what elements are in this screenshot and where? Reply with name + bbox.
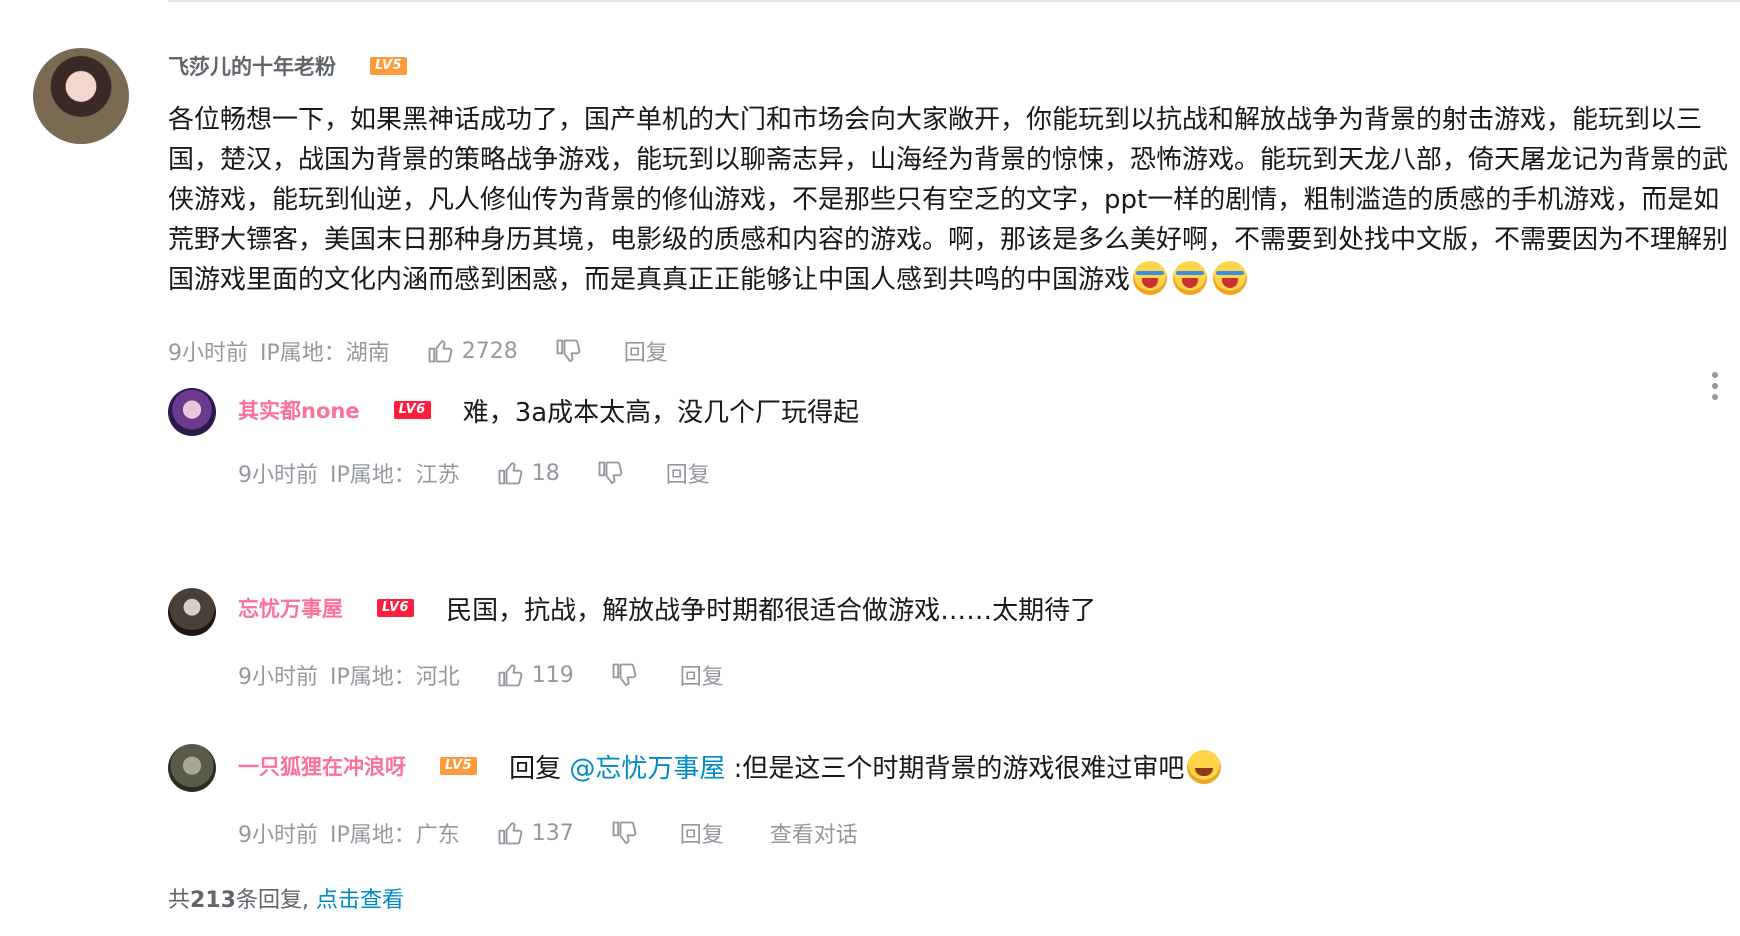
username[interactable]: 一只狐狸在冲浪呀	[238, 751, 406, 781]
footer-prefix: 共	[168, 888, 191, 913]
reply-line: 一只狐狸在冲浪呀 LV5 回复 @忘忧万事屋 :但是这三个时期背景的游戏很难过审…	[238, 748, 1224, 784]
reply-text: 民国，抗战，解放战争时期都很适合做游戏……太期待了	[446, 595, 1097, 626]
like-button[interactable]: 119	[496, 661, 574, 689]
reply-meta: 9小时前 IP属地：河北 119 回复	[238, 659, 724, 691]
more-options-icon[interactable]	[1712, 372, 1720, 404]
comment-header: 飞莎儿的十年老粉 LV5	[168, 50, 408, 82]
timestamp: 9小时前	[168, 341, 248, 366]
thumbs-down-icon	[612, 821, 637, 844]
reply-text: 回复 @忘忧万事屋 :但是这三个时期背景的游戏很难过审吧	[509, 748, 1224, 785]
ip-location: IP属地：江苏	[330, 463, 460, 488]
timestamp: 9小时前	[238, 463, 318, 488]
mention-link[interactable]: @忘忧万事屋	[569, 754, 725, 784]
reply-line: 忘忧万事屋 LV6 民国，抗战，解放战争时期都很适合做游戏……太期待了	[238, 590, 1096, 626]
thumbs-down-icon	[612, 663, 637, 686]
reply-button[interactable]: 回复	[680, 659, 724, 691]
top-divider	[168, 0, 1740, 2]
avatar[interactable]	[168, 744, 216, 792]
level-badge: LV5	[370, 57, 408, 75]
avatar[interactable]	[168, 588, 216, 636]
username[interactable]: 其实都none	[238, 395, 360, 425]
thumbs-down-icon	[556, 339, 581, 362]
thumbs-up-icon	[498, 462, 523, 485]
ip-location: IP属地：湖南	[260, 341, 390, 366]
thumbs-up-icon	[498, 822, 523, 845]
like-count: 137	[531, 820, 574, 846]
thumbs-up-icon	[498, 664, 523, 687]
dislike-button[interactable]	[554, 337, 582, 365]
timestamp: 9小时前	[238, 665, 318, 690]
cry-emoji-icon	[1133, 261, 1168, 295]
like-button[interactable]: 18	[496, 459, 560, 487]
ip-location: IP属地：广东	[330, 823, 460, 848]
username[interactable]: 忘忧万事屋	[238, 593, 343, 623]
level-badge: LV5	[440, 757, 478, 775]
reply-button[interactable]: 回复	[666, 457, 710, 489]
reply-meta: 9小时前 IP属地：广东 137 回复 查看对话	[238, 817, 858, 849]
reply-meta: 9小时前 IP属地：江苏 18 回复	[238, 457, 710, 489]
reply-count-footer: 共213条回复, 点击查看	[168, 882, 404, 914]
dislike-button[interactable]	[610, 661, 638, 689]
cry-emoji-icon	[1213, 261, 1248, 295]
footer-suffix: 条回复,	[235, 888, 309, 913]
reply-button[interactable]: 回复	[624, 335, 668, 367]
reply-prefix: 回复	[509, 753, 562, 784]
avatar[interactable]	[168, 388, 216, 436]
like-button[interactable]: 137	[496, 819, 574, 847]
comment-meta: 9小时前 IP属地：湖南 2728 回复	[168, 335, 668, 367]
level-badge: LV6	[377, 599, 415, 617]
thumbs-down-icon	[598, 461, 623, 484]
level-badge: LV6	[393, 401, 431, 419]
dislike-button[interactable]	[596, 459, 624, 487]
ip-location: IP属地：河北	[330, 665, 460, 690]
cry-emoji-icon	[1173, 261, 1208, 295]
reply-button[interactable]: 回复	[680, 817, 724, 849]
avatar[interactable]	[33, 48, 129, 144]
comment-body: 各位畅想一下，如果黑神话成功了，国产单机的大门和市场会向大家敞开，你能玩到以抗战…	[168, 105, 1729, 295]
reply-count: 213	[190, 888, 236, 913]
reply-body: :但是这三个时期背景的游戏很难过审吧	[733, 753, 1185, 784]
dislike-button[interactable]	[610, 819, 638, 847]
comment-text: 各位畅想一下，如果黑神话成功了，国产单机的大门和市场会向大家敞开，你能玩到以抗战…	[168, 100, 1740, 300]
like-count: 2728	[461, 338, 518, 364]
username[interactable]: 飞莎儿的十年老粉	[168, 51, 336, 81]
thumbs-up-icon	[428, 340, 453, 363]
view-all-replies-link[interactable]: 点击查看	[316, 888, 404, 913]
like-count: 119	[531, 662, 574, 688]
view-conversation-button[interactable]: 查看对话	[770, 817, 858, 849]
laugh-emoji-icon	[1187, 749, 1222, 784]
like-count: 18	[531, 460, 560, 486]
reply-line: 其实都none LV6 难，3a成本太高，没几个厂玩得起	[238, 392, 859, 428]
timestamp: 9小时前	[238, 823, 318, 848]
reply-text: 难，3a成本太高，没几个厂玩得起	[462, 397, 860, 428]
like-button[interactable]: 2728	[426, 337, 518, 365]
